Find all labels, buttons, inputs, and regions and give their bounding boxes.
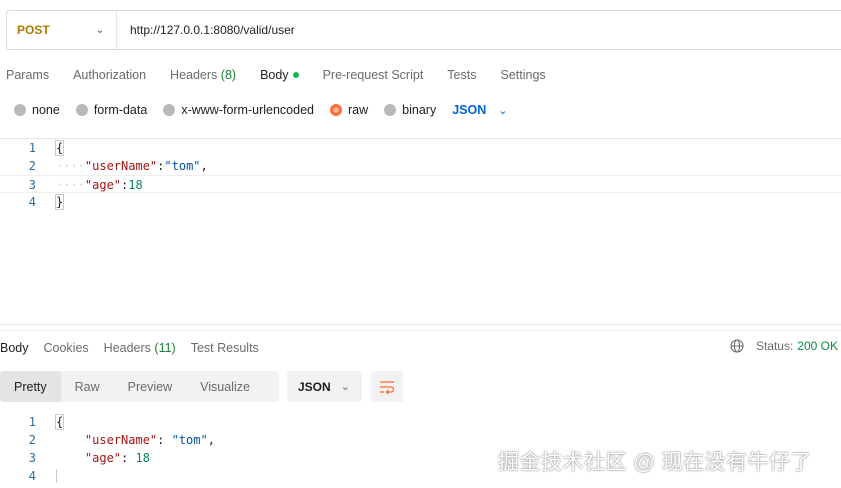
code-key: "userName" [84,433,158,447]
line-number: 2 [28,159,36,173]
whitespace-marker: ···· [56,159,85,173]
tab-response-headers[interactable]: Headers (11) [104,341,176,355]
code-brace: } [54,194,65,210]
radio-icon [14,104,26,116]
radio-icon [384,104,397,116]
code-brace: { [54,414,65,430]
divider [0,324,841,325]
body-type-none-label: none [32,103,60,117]
line-number: 4 [28,469,36,483]
body-type-form-data-label: form-data [93,103,148,117]
chevron-down-icon: ⌄ [340,381,350,393]
request-body-editor[interactable]: 1 { 2 ····"userName":"tom", 3 ····"age":… [0,139,841,211]
headers-count: (8) [220,68,237,82]
status-value[interactable]: 200 OK [797,339,838,353]
status-label: Status: [755,339,794,353]
tab-cookies[interactable]: Cookies [44,341,89,355]
code-key: "age" [84,178,122,192]
raw-format-label: JSON [452,103,487,117]
tab-params[interactable]: Params [6,68,49,82]
view-visualize-button[interactable]: Visualize [186,371,264,402]
body-type-raw-label: raw [348,103,369,117]
response-headers-count: (11) [154,341,176,355]
view-raw-button[interactable]: Raw [61,371,114,402]
code-line: 1 { [0,413,841,431]
method-select[interactable]: POST ⌄ [7,11,117,49]
whitespace-marker: ···· [56,178,85,192]
code-line: 1 { [0,139,841,157]
chevron-down-icon: ⌄ [95,24,104,36]
tab-test-results[interactable]: Test Results [191,341,259,355]
code-key: "age" [84,451,122,465]
line-number: 1 [28,141,36,155]
radio-selected-icon [330,104,342,116]
chevron-down-icon: ⌄ [498,104,508,117]
raw-format-select[interactable]: JSON ⌄ [452,103,507,117]
response-status: Status: 200 OK [730,339,838,353]
tab-settings[interactable]: Settings [500,68,545,82]
response-view-modes: Pretty Raw Preview Visualize [0,371,279,402]
code-value: 18 [128,178,143,192]
request-url-bar: POST ⌄ http://127.0.0.1:8080/valid/user [6,10,841,50]
url-input[interactable]: http://127.0.0.1:8080/valid/user [117,23,295,37]
code-value: 18 [135,451,150,465]
watermark: 掘金技术社区 @ 现在没有牛仔了 [498,451,812,474]
globe-icon[interactable] [730,339,744,353]
body-type-form-data[interactable]: form-data [75,103,148,117]
tab-headers-label: Headers [170,68,218,82]
request-tabs: Params Authorization Headers (8) Body Pr… [6,66,570,84]
tab-authorization[interactable]: Authorization [73,68,146,82]
wrap-lines-icon [380,380,395,394]
radio-icon [75,104,88,116]
line-number: 2 [28,433,36,447]
line-number: 3 [28,451,36,465]
line-number: 3 [28,178,36,192]
tab-body[interactable]: Body [260,68,299,82]
divider [0,330,841,331]
view-pretty-button[interactable]: Pretty [0,371,61,402]
line-number: 4 [28,195,36,209]
body-type-urlencoded-label: x-www-form-urlencoded [181,103,314,117]
radio-icon [163,104,176,116]
line-number: 1 [28,415,36,429]
response-tabs: Body Cookies Headers (11) Test Results [0,339,274,357]
code-line: 2 ····"userName":"tom", [0,157,841,175]
code-brace: { [54,140,65,156]
body-type-options: none form-data x-www-form-urlencoded raw… [14,101,507,119]
view-preview-button[interactable]: Preview [114,371,186,402]
code-value: "tom" [171,433,208,447]
code-line-current: 3 ····"age":18 [0,175,841,193]
tab-headers[interactable]: Headers (8) [170,68,236,82]
body-type-none[interactable]: none [14,103,60,117]
body-type-raw[interactable]: raw [330,103,368,117]
code-value: "tom" [164,159,201,173]
tab-response-body[interactable]: Body [0,341,29,355]
code-key: "userName" [84,159,158,173]
body-active-dot-icon [292,71,299,78]
tab-body-label: Body [260,68,289,82]
code-line: 4 } [0,193,841,211]
tab-response-headers-label: Headers [103,341,151,355]
response-format-label: JSON [298,379,331,394]
tab-pre-request-script[interactable]: Pre-request Script [323,68,424,82]
tab-tests[interactable]: Tests [447,68,476,82]
code-brace-partial [56,469,65,483]
wrap-lines-button[interactable] [371,371,403,402]
method-label: POST [17,23,50,37]
body-type-urlencoded[interactable]: x-www-form-urlencoded [163,103,314,117]
body-type-binary-label: binary [402,103,437,117]
response-format-select[interactable]: JSON ⌄ [287,371,362,402]
body-type-binary[interactable]: binary [384,103,436,117]
